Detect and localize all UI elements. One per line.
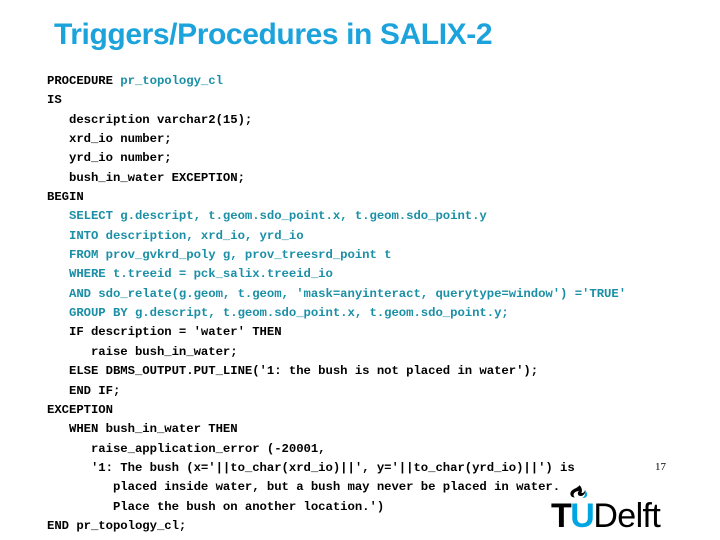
code-span: ELSE DBMS_OUTPUT.PUT_LINE('1: the bush i… [47, 364, 539, 379]
logo-letter-t: T [551, 497, 572, 535]
code-line: yrd_io number; [47, 149, 715, 168]
code-span: WHERE t.treeid = pck_salix.treeid_io [47, 267, 333, 282]
code-span: IS [47, 93, 62, 108]
code-line: xrd_io number; [47, 130, 715, 149]
code-line: GROUP BY g.descript, t.geom.sdo_point.x,… [47, 304, 715, 323]
code-line: raise_application_error (-20001, [47, 440, 715, 459]
code-line: END IF; [47, 382, 715, 401]
code-span-highlight: pr_topology_cl [120, 74, 223, 88]
code-listing: PROCEDURE pr_topology_cl IS description v… [47, 72, 715, 536]
code-line: EXCEPTION [47, 401, 715, 420]
code-line: WHERE t.treeid = pck_salix.treeid_io [47, 265, 715, 284]
code-line: ELSE DBMS_OUTPUT.PUT_LINE('1: the bush i… [47, 362, 715, 381]
page-title: Triggers/Procedures in SALIX-2 [54, 18, 493, 51]
code-span: INTO description, xrd_io, yrd_io [47, 228, 304, 243]
code-span: raise bush_in_water; [47, 344, 238, 359]
code-span: placed inside water, but a bush may neve… [47, 480, 561, 495]
code-line: INTO description, xrd_io, yrd_io [47, 227, 715, 246]
slide-canvas: Triggers/Procedures in SALIX-2 PROCEDURE… [0, 0, 720, 540]
code-line: IS [47, 91, 715, 110]
code-span: EXCEPTION [47, 402, 113, 417]
code-line: BEGIN [47, 188, 715, 207]
code-line: PROCEDURE pr_topology_cl [47, 72, 715, 91]
code-span: FROM prov_gvkrd_poly g, prov_treesrd_poi… [47, 248, 392, 263]
code-span: description varchar2(15); [47, 112, 253, 127]
code-span: yrd_io number; [47, 151, 172, 166]
code-line: '1: The bush (x='||to_char(xrd_io)||', y… [47, 459, 715, 478]
code-span: Place the bush on another location.') [47, 499, 385, 514]
code-span: raise_application_error (-20001, [47, 441, 326, 456]
code-span: END IF; [47, 383, 121, 398]
code-span: '1: The bush (x='||to_char(xrd_io)||', y… [47, 460, 575, 475]
code-line: bush_in_water EXCEPTION; [47, 169, 715, 188]
page-number: 17 [655, 461, 666, 473]
code-span: WHEN bush_in_water THEN [47, 422, 238, 437]
code-span: IF description = 'water' THEN [47, 325, 282, 340]
logo-wordmark: TUDelft [551, 497, 661, 535]
code-line: AND sdo_relate(g.geom, t.geom, 'mask=any… [47, 285, 715, 304]
code-line: FROM prov_gvkrd_poly g, prov_treesrd_poi… [47, 246, 715, 265]
code-line: IF description = 'water' THEN [47, 323, 715, 342]
code-span: xrd_io number; [47, 132, 172, 147]
tudelft-logo: TUDelft [551, 484, 671, 534]
code-line: SELECT g.descript, t.geom.sdo_point.x, t… [47, 207, 715, 226]
code-span: bush_in_water EXCEPTION; [47, 170, 245, 185]
code-line: WHEN bush_in_water THEN [47, 420, 715, 439]
code-span: PROCEDURE [47, 74, 121, 88]
code-span: AND sdo_relate(g.geom, t.geom, 'mask=any… [47, 286, 627, 301]
code-span: SELECT g.descript, t.geom.sdo_point.x, t… [47, 209, 487, 224]
code-line: raise bush_in_water; [47, 343, 715, 362]
code-span: END pr_topology_cl; [47, 518, 187, 533]
code-span: BEGIN [47, 190, 84, 205]
logo-letter-u: U [570, 497, 595, 535]
code-span: GROUP BY g.descript, t.geom.sdo_point.x,… [47, 306, 509, 321]
code-line: description varchar2(15); [47, 111, 715, 130]
logo-text-delft: Delft [593, 497, 661, 535]
